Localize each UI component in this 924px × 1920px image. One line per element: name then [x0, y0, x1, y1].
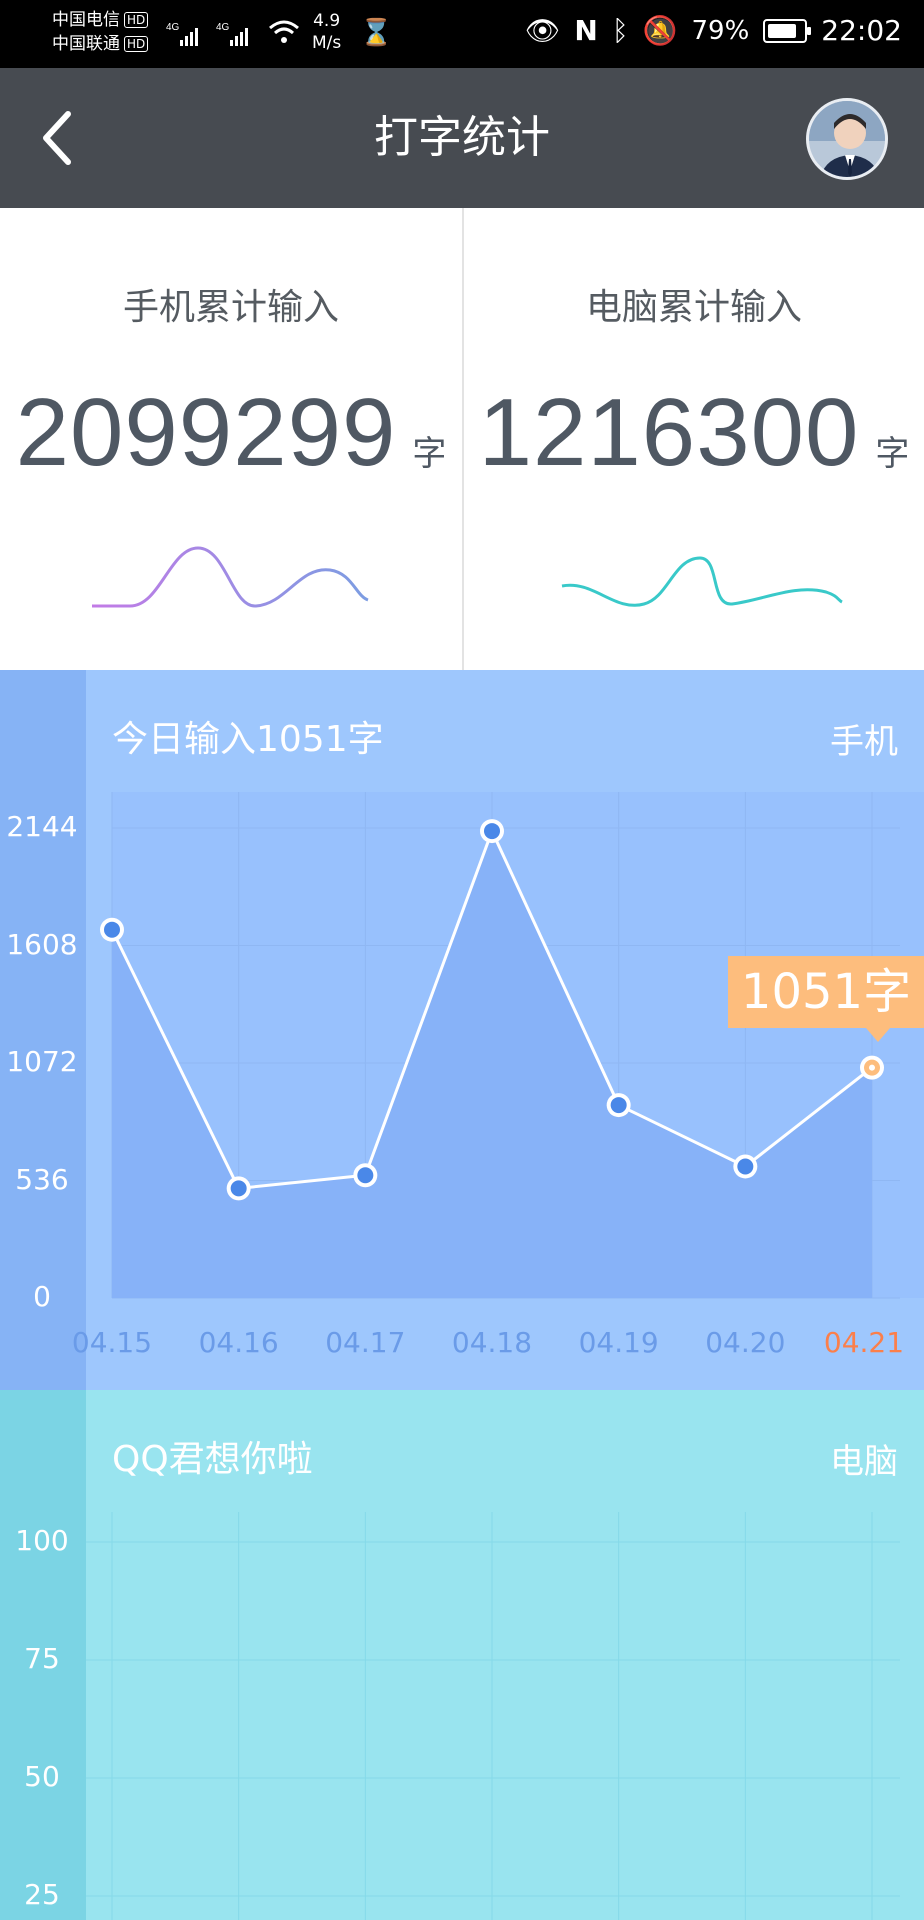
phone-total-unit: 字	[412, 434, 447, 474]
y-tick-label: 25	[24, 1878, 60, 1911]
phone-wave-decoration	[92, 546, 369, 608]
status-right: 👁 N ᛒ 🔕 79% 22:02	[525, 14, 902, 47]
carrier-info: 中国电信 HD 中国联通 HD	[52, 8, 149, 56]
net-speed-unit: M/s	[312, 33, 342, 53]
page-title: 打字统计	[374, 112, 550, 163]
data-point[interactable]	[484, 823, 500, 840]
pc-summary-label: 电脑累计输入	[585, 287, 802, 328]
data-point[interactable]	[230, 1180, 247, 1197]
pc-total-count: 1216300	[478, 379, 860, 486]
app-bar: 打字统计	[0, 68, 924, 208]
pc-input-chart	[86, 1512, 900, 1920]
summary-cards: 手机累计输入 2099299 字 电脑累计输入 1216300 字	[0, 208, 924, 670]
data-point[interactable]	[610, 1097, 627, 1114]
pc-wave-decoration	[561, 556, 843, 607]
x-tick-label: 04.16	[198, 1326, 279, 1359]
x-tick-label: 04.19	[578, 1326, 659, 1359]
y-tick-label: 2144	[6, 810, 78, 843]
status-bar: 中国电信 HD 中国联通 HD 4G 4G 4.9 M/s ⌛ 👁 N ᛒ 🔕 79…	[0, 0, 924, 68]
value-tooltip: 1051字	[728, 956, 924, 1042]
data-point[interactable]	[357, 1167, 374, 1184]
y-tick-label: 100	[15, 1524, 69, 1557]
carrier-2: 中国联通	[52, 34, 120, 54]
y-tick-label: 1608	[6, 927, 78, 961]
pc-summary-value: 1216300 字	[464, 378, 924, 488]
signal-icon: 4G 4G	[166, 22, 248, 46]
nfc-icon: N	[574, 14, 598, 47]
phone-total-count: 2099299	[15, 379, 397, 486]
data-point[interactable]	[104, 921, 120, 938]
phone-summary-label: 手机累计输入	[122, 287, 339, 328]
pc-summary-card: 电脑累计输入 1216300 字	[462, 208, 924, 670]
y-tick-label: 0	[33, 1280, 51, 1313]
clock: 22:02	[821, 14, 902, 47]
mute-icon: 🔕	[642, 14, 678, 47]
x-tick-label: 04.15	[71, 1326, 153, 1359]
pc-chart-panel: QQ君想你啦 电脑 25 50 75 100	[0, 1390, 924, 1920]
carrier-1: 中国电信	[52, 10, 120, 30]
hd-badge: HD	[124, 12, 149, 28]
svg-text:4G: 4G	[166, 22, 180, 33]
avatar[interactable]	[806, 98, 888, 180]
net-speed-value: 4.9	[313, 11, 341, 31]
net-speed: 4.9 M/s	[312, 10, 341, 54]
phone-chart-panel: 今日输入1051字 手机 0 536 1072 1608 2144 04.15 04.16 0…	[0, 670, 924, 1390]
bluetooth-icon: ᛒ	[611, 14, 629, 47]
y-tick-label: 536	[15, 1162, 69, 1196]
hourglass-icon: ⌛	[360, 18, 393, 48]
x-tick-label: 04.20	[705, 1326, 786, 1359]
phone-input-chart	[100, 792, 924, 1299]
x-tick-label: 04.18	[451, 1326, 533, 1359]
svg-text:4G: 4G	[216, 22, 230, 33]
user-avatar-icon	[809, 101, 885, 177]
battery-icon	[763, 18, 812, 43]
data-point[interactable]	[737, 1158, 754, 1175]
x-tick-label: 04.17	[325, 1326, 406, 1359]
y-tick-label: 75	[24, 1642, 60, 1675]
pc-total-unit: 字	[875, 434, 910, 474]
wifi-icon	[269, 20, 299, 43]
phone-summary-value: 2099299 字	[0, 378, 462, 488]
y-tick-label: 1072	[6, 1045, 78, 1078]
battery-percent: 79%	[691, 15, 750, 46]
phone-summary-card: 手机累计输入 2099299 字	[0, 208, 462, 670]
hd-badge: HD	[124, 36, 149, 52]
eye-icon: 👁	[524, 14, 561, 47]
highlight-point-center	[869, 1064, 875, 1071]
x-tick-label: 04.21	[823, 1326, 905, 1359]
y-tick-label: 50	[24, 1760, 60, 1793]
